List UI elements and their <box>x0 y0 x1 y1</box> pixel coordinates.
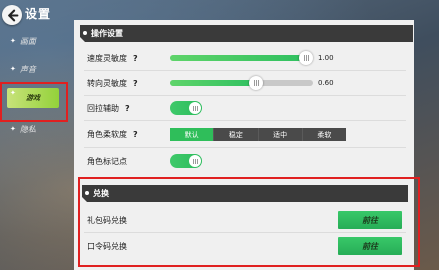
speed-sensitivity-label: 速度灵敏度 ? <box>87 53 138 63</box>
sidebar-item-sound[interactable]: ✦ 声音 <box>10 63 36 75</box>
help-icon[interactable]: ? <box>133 79 138 88</box>
softness-option-default[interactable]: 默认 <box>170 128 215 141</box>
steer-sensitivity-value: 0.60 <box>318 79 334 87</box>
return-assist-label: 回拉辅助 ? <box>87 103 130 113</box>
toggle-knob <box>189 155 201 167</box>
slider-thumb[interactable] <box>249 76 263 90</box>
sidebar-item-label: 隐私 <box>19 124 36 134</box>
password-code-go-button[interactable]: 前往 <box>338 237 402 255</box>
bullet-icon <box>83 31 87 35</box>
section-header-operation: 操作设置 <box>80 25 413 42</box>
star-icon: ✦ <box>10 89 16 97</box>
back-arrow-icon <box>7 9 18 21</box>
slider-fill <box>170 80 256 86</box>
gift-code-go-button[interactable]: 前往 <box>338 211 402 229</box>
divider <box>84 120 406 121</box>
section-header-redeem: 兑换 <box>82 185 408 202</box>
return-assist-toggle[interactable] <box>170 101 202 115</box>
divider <box>84 232 406 233</box>
star-icon: ✦ <box>10 65 16 73</box>
page-title: 设置 <box>25 7 52 21</box>
help-icon[interactable]: ? <box>133 54 138 63</box>
character-marker-label: 角色标记点 <box>87 156 127 166</box>
speed-sensitivity-value: 1.00 <box>318 54 334 62</box>
sidebar-item-graphics[interactable]: ✦ 画面 <box>10 35 36 47</box>
divider <box>84 147 406 148</box>
steer-sensitivity-slider[interactable] <box>170 76 313 90</box>
slider-thumb[interactable] <box>299 51 313 65</box>
softness-option-stable[interactable]: 稳定 <box>214 128 259 141</box>
help-icon[interactable]: ? <box>133 130 138 139</box>
steer-sensitivity-label: 转向灵敏度 ? <box>87 78 138 88</box>
slider-fill <box>170 55 306 61</box>
help-icon[interactable]: ? <box>125 104 130 113</box>
softness-option-moderate[interactable]: 适中 <box>259 128 303 141</box>
sidebar-item-label: 声音 <box>19 64 36 74</box>
sidebar-item-label: 游戏 <box>26 94 40 102</box>
speed-sensitivity-slider[interactable] <box>170 51 313 65</box>
sidebar-item-game[interactable]: ✦ 游戏 <box>7 88 59 108</box>
bullet-icon <box>85 191 89 195</box>
character-softness-selector: 默认 稳定 适中 柔软 <box>170 128 346 141</box>
toggle-knob <box>189 102 201 114</box>
star-icon: ✦ <box>10 37 16 45</box>
divider <box>84 70 406 71</box>
character-softness-label: 角色柔软度 ? <box>87 129 138 139</box>
back-button[interactable] <box>2 5 22 25</box>
character-marker-toggle[interactable] <box>170 154 202 168</box>
star-icon: ✦ <box>10 125 16 133</box>
divider <box>84 95 406 96</box>
password-code-label: 口令码兑换 <box>87 241 127 251</box>
softness-option-soft[interactable]: 柔软 <box>303 128 346 141</box>
gift-code-label: 礼包码兑换 <box>87 215 127 225</box>
sidebar-item-label: 画面 <box>19 36 36 46</box>
sidebar-item-privacy[interactable]: ✦ 隐私 <box>10 123 36 135</box>
